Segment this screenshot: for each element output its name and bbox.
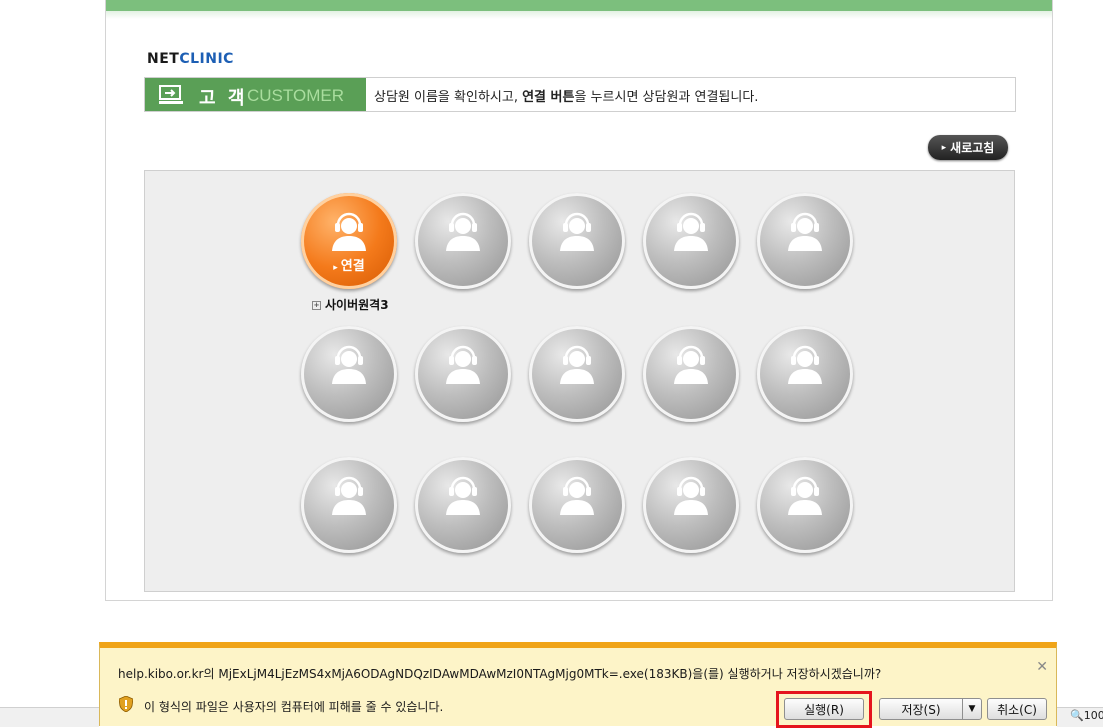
instruction-text: 상담원 이름을 확인하시고, 연결 버튼을 누르시면 상담원과 연결됩니다. — [374, 86, 758, 105]
headset-agent-icon — [446, 212, 480, 251]
download-host-suffix: 의 — [203, 667, 219, 681]
instruction-pre: 상담원 이름을 확인하시고, — [374, 90, 523, 105]
agent-slot — [643, 457, 739, 553]
instruction-bold: 연결 버튼 — [522, 90, 575, 105]
agent-slot — [529, 193, 625, 289]
save-button[interactable]: 저장(S) — [879, 698, 963, 720]
run-button[interactable]: 실행(R) — [784, 698, 864, 720]
top-bar-fade — [106, 11, 1052, 19]
download-filename: MjExLjM4LjEzMS4xMjA6ODAgNDQzIDAwMDAwMzI0… — [218, 667, 644, 681]
chevron-right-icon: ▸ — [333, 263, 338, 273]
agent-slot — [415, 457, 511, 553]
customer-label-kor: 고 객 — [199, 88, 248, 109]
zoom-level: 100 — [1083, 709, 1103, 722]
instruction-post: 을 누르시면 상담원과 연결됩니다. — [574, 90, 759, 105]
customer-badge: 고 객 CUSTOMER — [145, 78, 366, 111]
chevron-right-icon: ▸ — [941, 142, 947, 153]
connect-text: 연결 — [340, 259, 365, 274]
headset-agent-icon — [560, 212, 594, 251]
agent-slot — [529, 326, 625, 422]
headset-agent-icon — [332, 212, 366, 251]
netclinic-logo: NETCLINIC — [147, 51, 234, 67]
agent-slot — [643, 193, 739, 289]
customer-label-eng: CUSTOMER — [247, 86, 344, 105]
agent-slot — [301, 326, 397, 422]
agent-slot — [415, 193, 511, 289]
zoom-icon: 🔍 — [1070, 709, 1084, 722]
status-bar-left — [0, 707, 99, 727]
download-host: help.kibo.or.kr — [118, 667, 204, 681]
download-size-question: (183KB)을(를) 실행하거나 저장하시겠습니까? — [643, 667, 882, 681]
close-icon[interactable]: ✕ — [1036, 659, 1048, 675]
refresh-label: 새로고침 — [950, 141, 995, 155]
connect-label: ▸ 연결 — [301, 255, 397, 274]
monitor-arrow-icon — [159, 85, 183, 104]
agent-slot — [757, 326, 853, 422]
headset-agent-icon — [446, 476, 480, 515]
expand-plus-icon: + — [312, 301, 321, 310]
agent-name: 사이버원격3 — [325, 298, 389, 312]
refresh-button[interactable]: ▸ 새로고침 — [928, 135, 1008, 160]
headset-agent-icon — [560, 345, 594, 384]
download-question: help.kibo.or.kr의 MjExLjM4LjEzMS4xMjA6ODA… — [118, 665, 881, 682]
agent-slot — [757, 193, 853, 289]
agent-slot — [757, 457, 853, 553]
headset-agent-icon — [332, 345, 366, 384]
zoom-indicator[interactable]: 🔍100 — [1070, 709, 1103, 722]
headset-agent-icon — [332, 476, 366, 515]
agent-slot — [301, 457, 397, 553]
customer-info-bar: 고 객 CUSTOMER 상담원 이름을 확인하시고, 연결 버튼을 누르시면 … — [144, 77, 1016, 112]
agent-slot — [643, 326, 739, 422]
agent-button-active[interactable]: ▸ 연결 — [301, 193, 397, 289]
headset-agent-icon — [446, 345, 480, 384]
headset-agent-icon — [674, 212, 708, 251]
save-options-dropdown[interactable]: ▼ — [962, 698, 982, 720]
cancel-button[interactable]: 취소(C) — [987, 698, 1047, 720]
logo-net: NET — [147, 51, 180, 67]
logo-clinic: CLINIC — [179, 51, 234, 67]
headset-agent-icon — [560, 476, 594, 515]
top-green-bar — [106, 0, 1052, 11]
headset-agent-icon — [788, 212, 822, 251]
download-notification-bar: help.kibo.or.kr의 MjExLjM4LjEzMS4xMjA6ODA… — [99, 642, 1057, 728]
agent-slot — [529, 457, 625, 553]
shield-warning-icon — [119, 696, 133, 712]
headset-agent-icon — [788, 476, 822, 515]
headset-agent-icon — [674, 476, 708, 515]
headset-agent-icon — [674, 345, 708, 384]
chevron-down-icon: ▼ — [968, 704, 976, 714]
agent-slot — [415, 326, 511, 422]
agent-name-item[interactable]: + 사이버원격3 — [312, 296, 389, 313]
headset-agent-icon — [788, 345, 822, 384]
download-warning-text: 이 형식의 파일은 사용자의 컴퓨터에 피해를 줄 수 있습니다. — [144, 700, 444, 714]
